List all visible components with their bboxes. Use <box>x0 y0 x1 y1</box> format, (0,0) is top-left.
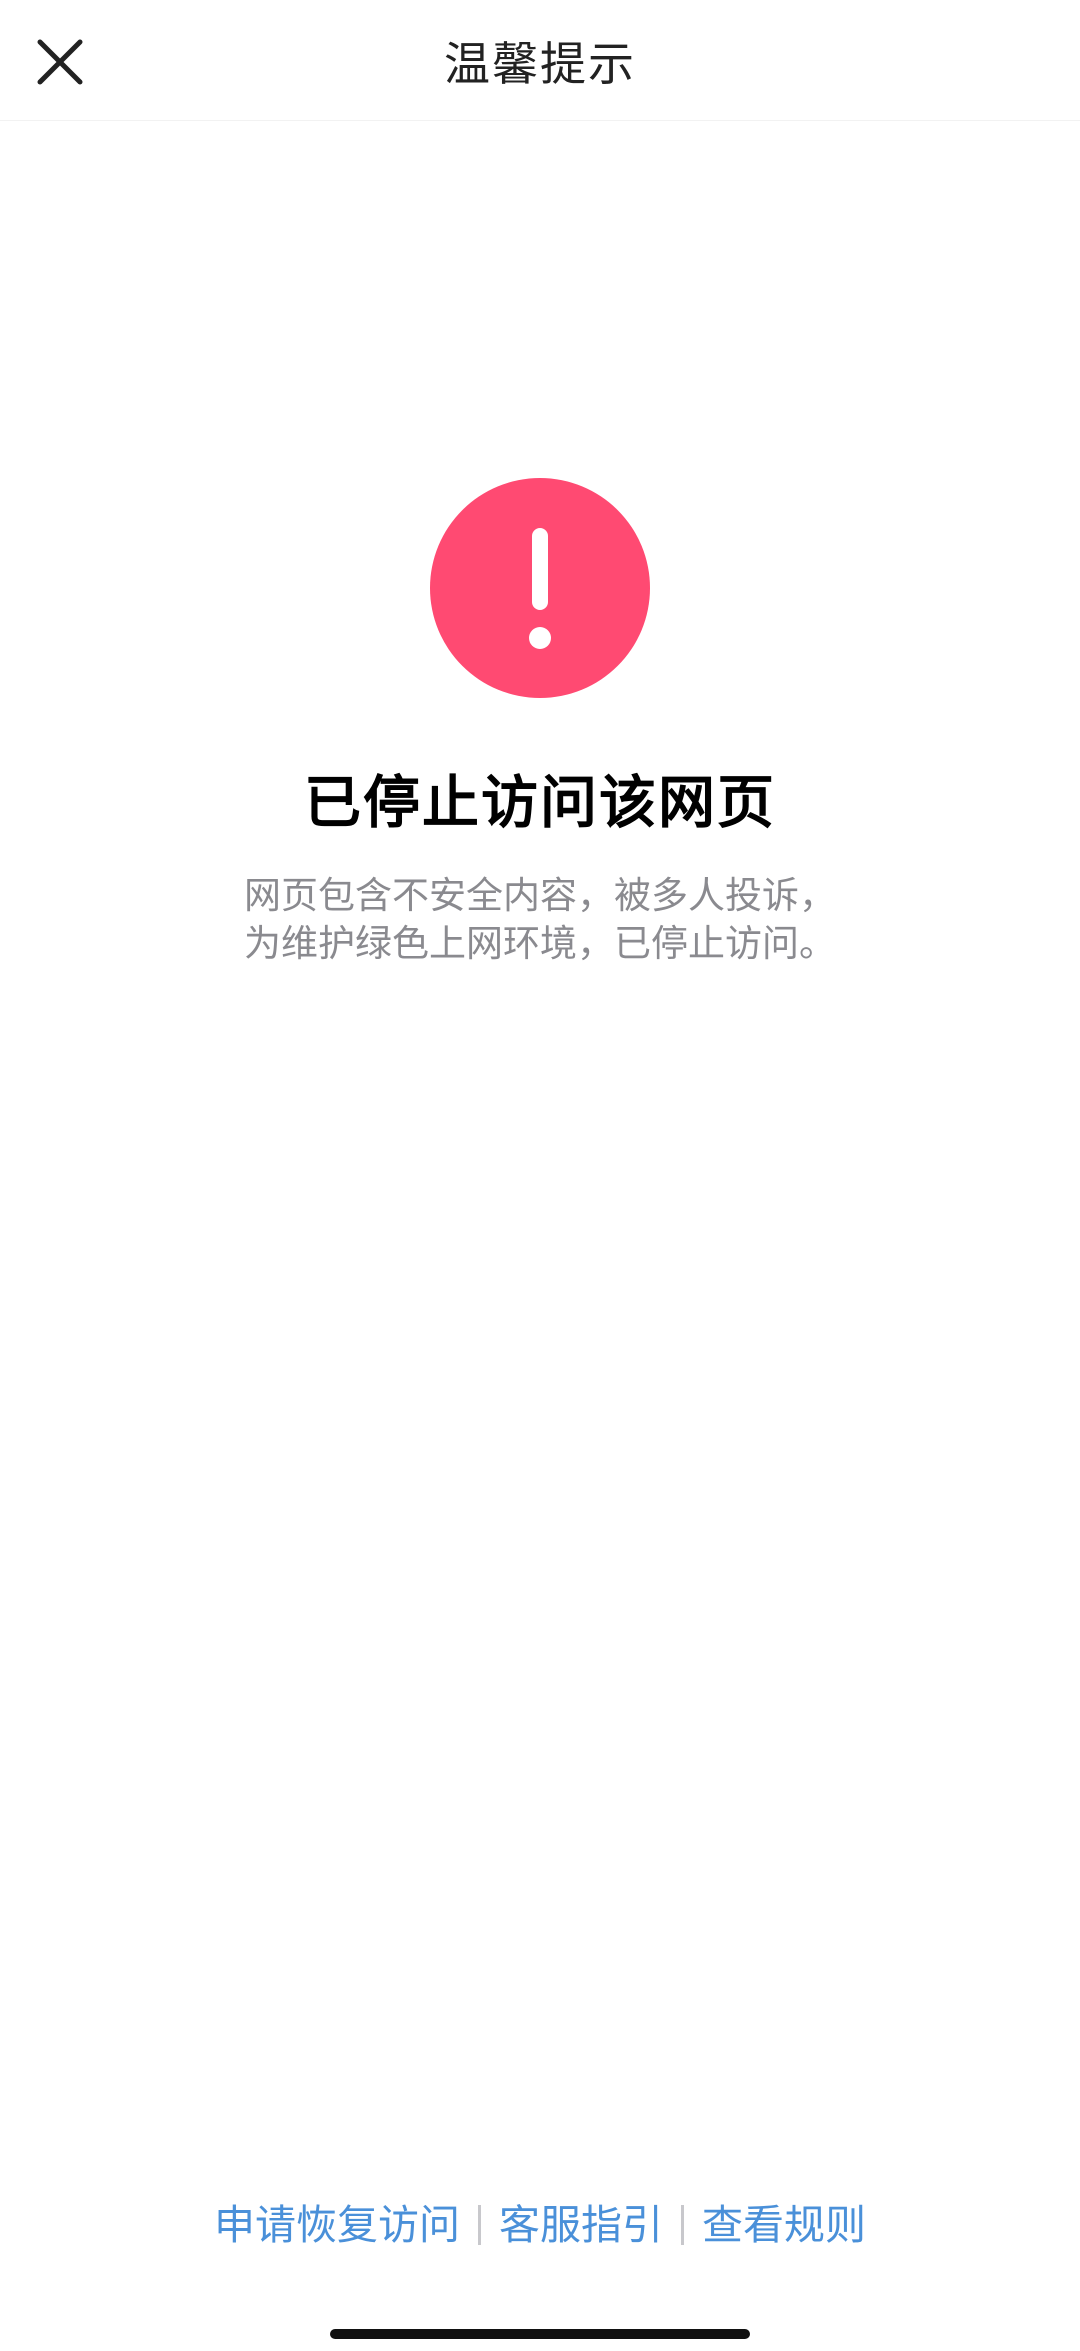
customer-service-guide-link[interactable]: 客服指引 <box>499 2198 663 2252</box>
blocked-description: 网页包含不安全内容，被多人投诉， 为维护绿色上网环境，已停止访问。 <box>0 872 1080 968</box>
navigation-bar: 温馨提示 <box>0 0 1080 121</box>
blocked-title: 已停止访问该网页 <box>304 770 776 836</box>
footer-links: 申请恢复访问 客服指引 查看规则 <box>0 2198 1080 2252</box>
view-rules-link[interactable]: 查看规则 <box>702 2198 866 2252</box>
link-divider <box>478 2205 481 2245</box>
page-title: 温馨提示 <box>444 37 636 91</box>
request-restore-access-link[interactable]: 申请恢复访问 <box>214 2198 460 2252</box>
exclamation-icon <box>430 478 650 698</box>
description-line: 网页包含不安全内容，被多人投诉， <box>244 874 836 917</box>
link-divider <box>681 2205 684 2245</box>
description-line: 为维护绿色上网环境，已停止访问。 <box>244 922 836 965</box>
home-indicator[interactable] <box>330 2329 750 2339</box>
